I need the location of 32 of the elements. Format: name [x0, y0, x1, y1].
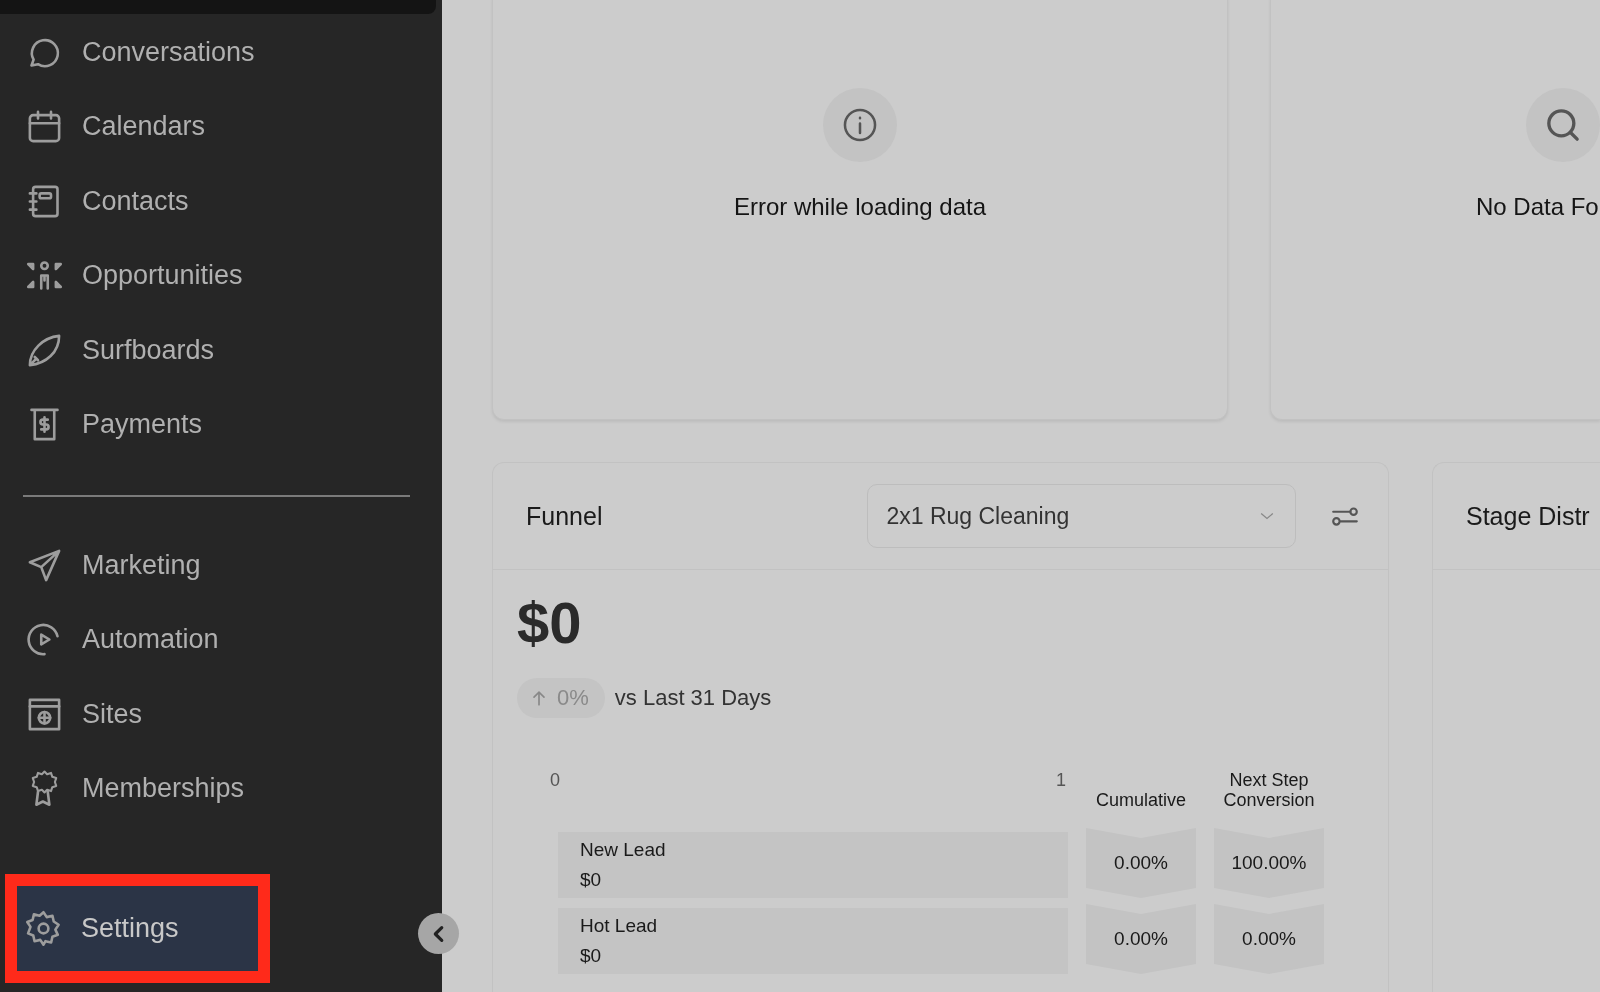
status-message: Error while loading data	[733, 193, 987, 221]
total-value: $0	[517, 589, 583, 657]
sidebar-item[interactable]: Payments	[0, 387, 442, 462]
settings-icon	[24, 909, 63, 948]
stage-value: $0	[580, 945, 603, 967]
sidebar-item[interactable]: Calendars	[0, 89, 442, 164]
stage-name: New Lead	[580, 839, 667, 861]
sidebar-item[interactable]: Opportunities	[0, 238, 442, 313]
collapse-button[interactable]	[418, 913, 459, 954]
axis-label: 1	[1056, 770, 1066, 791]
sidebar-item[interactable]: Memberships	[0, 751, 442, 826]
comparison-caption: vs Last 31 Days	[614, 685, 772, 711]
stage-value: $0	[580, 869, 603, 891]
column-header: Cumulative	[1094, 790, 1187, 812]
card-title: Stage Distr	[1466, 501, 1590, 531]
sidebar-item[interactable]: Contacts	[0, 164, 442, 239]
sidebar-item[interactable]: Conversations	[0, 15, 442, 90]
cumulative-cell: 0.00%	[1086, 904, 1196, 974]
sidebar-item[interactable]: Automation	[0, 602, 442, 677]
stage-name: Hot Lead	[580, 915, 659, 937]
card-title: Funnel	[526, 501, 603, 531]
pipeline-select[interactable]: 2x1 Rug Cleaning	[867, 484, 1297, 548]
conversion-cell: 0.00%	[1214, 904, 1324, 974]
conversion-cell: 100.00%	[1214, 828, 1324, 898]
column-header: Next Step Conversion	[1222, 770, 1316, 812]
sidebar-item[interactable]: Marketing	[0, 528, 442, 603]
sidebar-item[interactable]: Surfboards	[0, 313, 442, 388]
sidebar-item[interactable]: Sites	[0, 677, 442, 752]
axis-label: 0	[550, 770, 560, 791]
cumulative-cell: 0.00%	[1086, 828, 1196, 898]
status-message: No Data Fo	[1476, 193, 1599, 221]
change-badge: 0%	[517, 678, 605, 718]
